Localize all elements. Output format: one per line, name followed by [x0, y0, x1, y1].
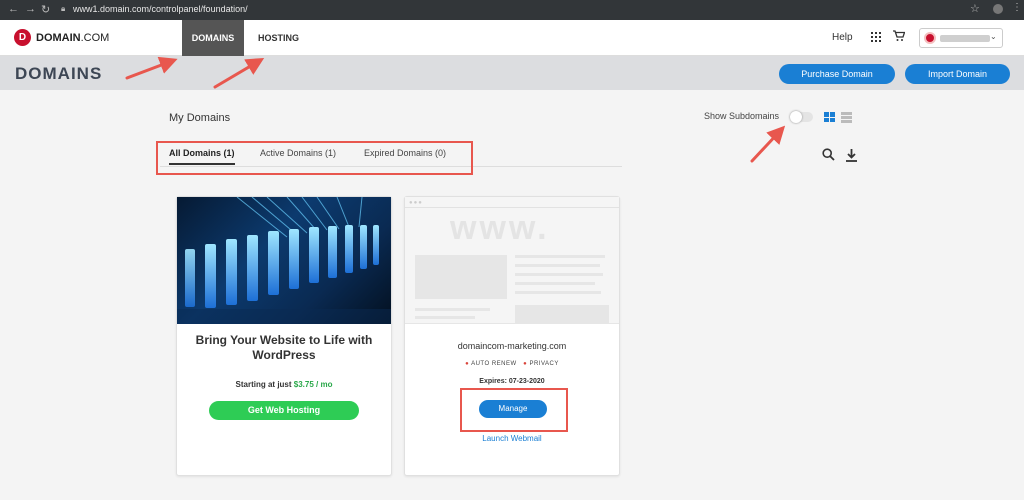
get-web-hosting-button[interactable]: Get Web Hosting	[209, 401, 359, 420]
lock-icon: 🔒︎	[61, 4, 66, 13]
promo-title: Bring Your Website to Life with WordPres…	[195, 333, 373, 362]
launch-webmail-link[interactable]: Launch Webmail	[405, 434, 619, 443]
page-header: DOMAINS Purchase Domain Import Domain	[0, 56, 1024, 90]
purchase-domain-button[interactable]: Purchase Domain	[779, 64, 895, 84]
promo-price: Starting at just $3.75 / mo	[177, 380, 391, 389]
import-domain-button[interactable]: Import Domain	[905, 64, 1010, 84]
avatar	[924, 32, 936, 44]
price-amount: $3.75 / mo	[293, 380, 333, 389]
list-view-icon[interactable]	[841, 112, 852, 123]
auto-renew-badge: AUTO RENEW	[471, 361, 517, 367]
domain-badges: ● AUTO RENEW ● PRIVACY	[405, 361, 619, 367]
logo-icon[interactable]: D	[14, 29, 31, 46]
reload-icon[interactable]: ↻	[41, 3, 50, 16]
account-name-redacted	[940, 35, 990, 42]
forward-arrow-icon[interactable]: →	[25, 3, 36, 15]
toggle-knob	[790, 111, 802, 123]
bookmark-star-icon[interactable]: ☆	[970, 2, 980, 15]
show-subdomains-toggle[interactable]	[790, 111, 813, 123]
window-dots-icon: ●●●	[409, 200, 423, 206]
price-prefix: Starting at just	[235, 380, 294, 389]
auto-renew-dot-icon: ●	[465, 361, 470, 367]
address-bar[interactable]: www1.domain.com/controlpanel/foundation/	[73, 4, 248, 14]
hosting-promo-card: Bring Your Website to Life with WordPres…	[176, 196, 392, 476]
download-icon[interactable]	[845, 149, 858, 162]
nav-tab-domains[interactable]: DOMAINS	[182, 20, 244, 56]
cart-icon[interactable]	[893, 30, 906, 45]
browser-menu-icon[interactable]: ⋮	[1012, 2, 1022, 13]
show-subdomains-label: Show Subdomains	[704, 111, 780, 121]
nav-tab-hosting[interactable]: HOSTING	[258, 20, 299, 56]
chevron-down-icon: ⌄	[990, 32, 997, 41]
section-title: My Domains	[169, 112, 231, 124]
domain-card: ●●● www. domaincom-marketing.com ● AUTO …	[404, 196, 620, 476]
site-navigation: D DOMAIN.COM DOMAINS HOSTING Help ⌄	[0, 20, 1024, 56]
highlight-box-filter-tabs	[156, 141, 473, 175]
logo-text[interactable]: DOMAIN.COM	[36, 32, 109, 44]
grid-view-icon[interactable]	[824, 112, 835, 122]
logo-suffix: .COM	[80, 32, 110, 44]
server-rack-image	[177, 197, 391, 324]
back-arrow-icon[interactable]: ←	[8, 3, 19, 15]
arrow-to-subdomains-toggle	[750, 125, 786, 163]
privacy-dot-icon: ●	[523, 361, 528, 367]
highlight-box-manage	[460, 388, 568, 432]
profile-icon[interactable]	[993, 4, 1003, 14]
search-icon[interactable]	[822, 148, 835, 161]
domain-name: domaincom-marketing.com	[457, 341, 567, 351]
expiry-date: Expires: 07-23-2020	[479, 378, 545, 385]
preview-www-text: www.	[450, 209, 550, 247]
website-preview-placeholder: ●●● www.	[405, 197, 619, 324]
privacy-badge: PRIVACY	[529, 361, 559, 367]
account-menu[interactable]: ⌄	[919, 28, 1003, 48]
browser-toolbar: ← → ↻ 🔒︎ www1.domain.com/controlpanel/fo…	[0, 0, 1024, 20]
help-link[interactable]: Help	[832, 32, 853, 43]
page-title: DOMAINS	[15, 64, 103, 83]
logo-brand: DOMAIN	[36, 32, 81, 44]
apps-grid-icon[interactable]	[871, 32, 881, 42]
